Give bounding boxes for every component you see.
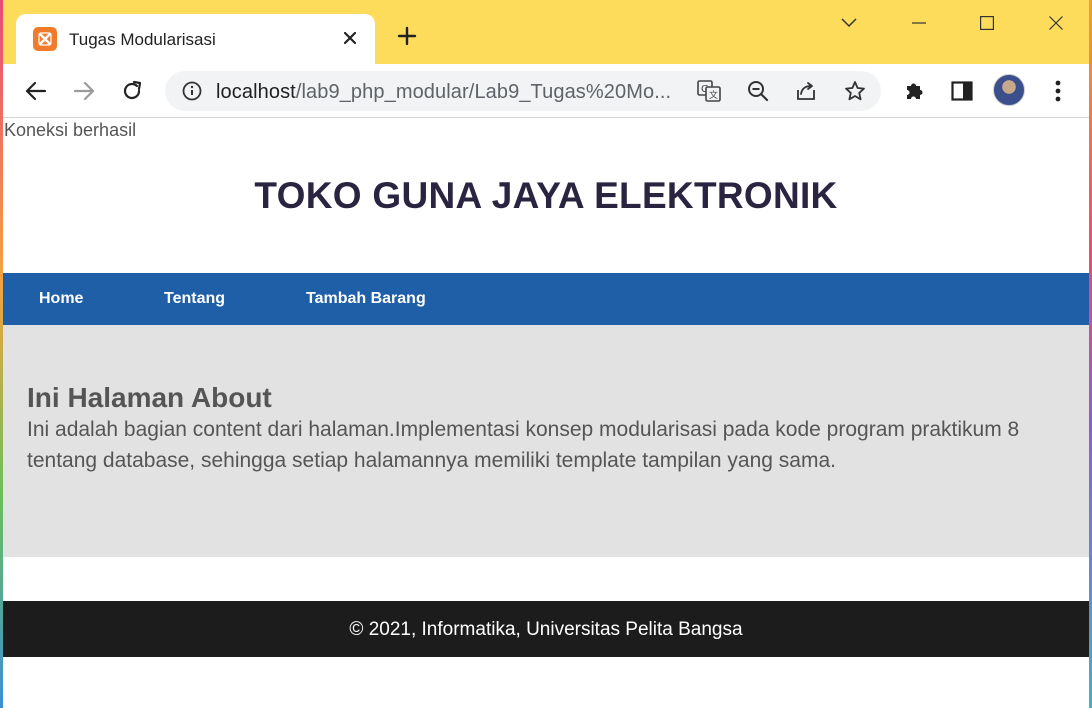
site-footer: © 2021, Informatika, Universitas Pelita … — [3, 601, 1089, 657]
xampp-icon — [33, 27, 57, 51]
puzzle-icon[interactable] — [899, 76, 929, 106]
close-window-icon[interactable] — [1033, 8, 1079, 38]
nav-tentang[interactable]: Tentang — [164, 290, 225, 308]
nav-home[interactable]: Home — [39, 290, 83, 308]
forward-arrow-icon[interactable] — [69, 76, 99, 106]
content-heading: Ini Halaman About — [27, 382, 272, 413]
chevron-down-icon[interactable] — [826, 8, 872, 38]
web-page: Koneksi berhasil TOKO GUNA JAYA ELEKTRON… — [3, 119, 1089, 708]
tab-title: Tugas Modularisasi — [69, 30, 216, 49]
browser-window: Tugas Modularisasi localhost/lab9_php_mo… — [3, 0, 1089, 708]
minimize-icon[interactable] — [896, 8, 942, 38]
reload-icon[interactable] — [117, 76, 147, 106]
main-nav: Home Tentang Tambah Barang — [3, 273, 1089, 325]
back-arrow-icon[interactable] — [21, 76, 51, 106]
info-icon[interactable] — [180, 79, 204, 103]
site-title: TOKO GUNA JAYA ELEKTRONIK — [254, 175, 838, 216]
side-panel-icon[interactable] — [947, 76, 977, 106]
site-header: TOKO GUNA JAYA ELEKTRONIK — [3, 175, 1089, 217]
zoom-out-icon[interactable] — [746, 79, 770, 103]
connection-status: Koneksi berhasil — [4, 120, 137, 140]
browser-toolbar: localhost/lab9_php_modular/Lab9_Tugas%20… — [3, 64, 1089, 118]
star-icon[interactable] — [843, 79, 867, 103]
close-icon[interactable] — [338, 26, 362, 50]
main-content: Ini Halaman About Ini adalah bagian cont… — [3, 325, 1089, 557]
avatar[interactable] — [993, 74, 1025, 106]
address-bar[interactable]: localhost/lab9_php_modular/Lab9_Tugas%20… — [165, 71, 881, 111]
kebab-menu-icon[interactable] — [1043, 76, 1073, 106]
url-text[interactable]: localhost/lab9_php_modular/Lab9_Tugas%20… — [216, 81, 671, 104]
tab-strip: Tugas Modularisasi — [3, 0, 1089, 64]
url-path: /lab9_php_modular/Lab9_Tugas%20Mo... — [295, 81, 672, 103]
browser-tab[interactable]: Tugas Modularisasi — [16, 14, 375, 64]
url-host: localhost — [216, 81, 296, 103]
maximize-icon[interactable] — [964, 8, 1010, 38]
svg-text:文: 文 — [709, 89, 718, 101]
share-icon[interactable] — [794, 79, 818, 103]
nav-tambah-barang[interactable]: Tambah Barang — [306, 290, 426, 308]
translate-icon[interactable]: G文 — [697, 79, 721, 103]
content-body: Ini adalah bagian content dari halaman.I… — [27, 418, 1020, 472]
footer-text: © 2021, Informatika, Universitas Pelita … — [349, 619, 743, 640]
plus-icon[interactable] — [393, 24, 421, 52]
